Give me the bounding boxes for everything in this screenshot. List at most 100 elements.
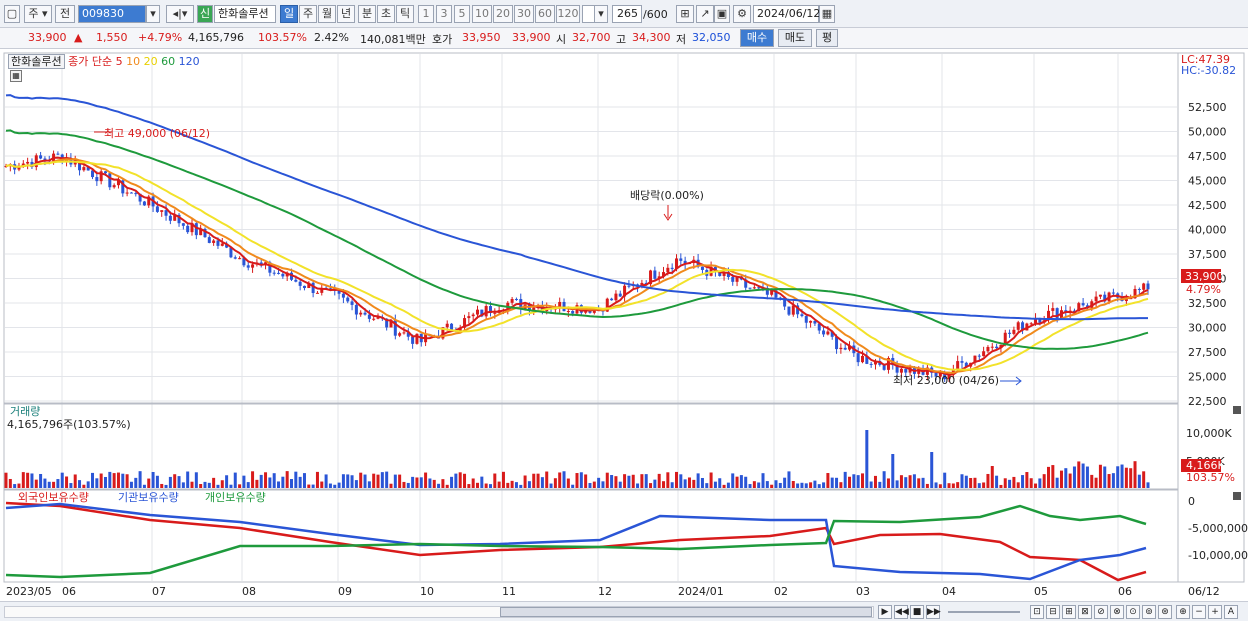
volume-bar	[1129, 468, 1133, 488]
eval-button[interactable]: 평	[816, 29, 838, 47]
volume-bar	[1042, 474, 1046, 488]
volume-bar	[337, 482, 341, 488]
volume-bar	[696, 473, 700, 488]
volume-bar	[1021, 475, 1025, 488]
candle-body	[610, 298, 614, 301]
crosshair-icon[interactable]: ⊕	[1176, 605, 1190, 619]
speaker-icon[interactable]: ◂|▾	[166, 5, 194, 23]
save-icon[interactable]: ▣	[714, 5, 730, 23]
volume-bar	[186, 471, 190, 488]
interval-dropdown-icon[interactable]: ▾	[594, 5, 608, 23]
volume-bar	[951, 483, 955, 488]
tool-icon-2[interactable]: ⊟	[1046, 605, 1060, 619]
zoom-out-icon[interactable]: −	[1192, 605, 1206, 619]
interval-20[interactable]: 20	[493, 5, 513, 23]
volume-bar	[39, 473, 43, 488]
volume-bar	[34, 479, 38, 488]
interval-120[interactable]: 120	[556, 5, 580, 23]
date-input[interactable]: 2024/06/12	[753, 5, 820, 23]
price-summary: 33,900 ▲ 1,550 +4.79% 4,165,796 103.57% …	[0, 28, 1248, 49]
period-day[interactable]: 일	[280, 5, 298, 23]
candle-body	[272, 272, 276, 274]
volume-close-icon[interactable]	[1233, 406, 1241, 414]
tool-icon-6[interactable]: ⊗	[1110, 605, 1124, 619]
tool-icon-1[interactable]: ⊡	[1030, 605, 1044, 619]
candle-body	[839, 347, 843, 350]
calculator-icon[interactable]: ▦	[10, 70, 22, 82]
period-month[interactable]: 월	[318, 5, 336, 23]
candle-body	[822, 330, 826, 335]
candle-body	[861, 355, 864, 363]
legend-stock-name[interactable]: 한화솔루션	[8, 54, 65, 69]
volume-bar	[1064, 468, 1068, 488]
interval-3[interactable]: 3	[436, 5, 452, 23]
holding-close-icon[interactable]	[1233, 492, 1241, 500]
y-tick-label: 52,500	[1188, 101, 1227, 114]
volume-bar	[294, 471, 298, 488]
volume-bar	[558, 472, 562, 488]
candle-body	[402, 332, 406, 334]
calendar-icon[interactable]: ▦	[819, 5, 835, 23]
code-input[interactable]: 009830	[78, 5, 146, 23]
period-second[interactable]: 초	[377, 5, 395, 23]
market-select[interactable]: 주 ▾	[24, 5, 52, 23]
tool-icon-8[interactable]: ⊚	[1142, 605, 1156, 619]
volume-bar	[30, 473, 34, 488]
candle-body	[826, 331, 830, 335]
code-dropdown-icon[interactable]: ▾	[146, 5, 160, 23]
interval-30[interactable]: 30	[514, 5, 534, 23]
scrollbar-thumb[interactable]	[500, 607, 872, 617]
zoom-slider[interactable]	[948, 611, 1020, 613]
x-axis-label: 2024/01	[678, 585, 724, 598]
font-size-icon[interactable]: A	[1224, 605, 1238, 619]
scroll-last-icon[interactable]: ▶▶	[926, 605, 941, 619]
interval-10[interactable]: 10	[472, 5, 492, 23]
tool-icon-9[interactable]: ⊛	[1158, 605, 1172, 619]
tool-icon-3[interactable]: ⊞	[1062, 605, 1076, 619]
draw-icon[interactable]: ↗	[696, 5, 714, 23]
holding-tick-label: 0	[1188, 495, 1195, 508]
interval-60[interactable]: 60	[535, 5, 555, 23]
scroll-first-icon[interactable]: ◀◀	[894, 605, 909, 619]
tool-icon-7[interactable]: ⊙	[1126, 605, 1140, 619]
buy-button[interactable]: 매수	[740, 29, 774, 47]
candle-body	[1146, 283, 1150, 290]
stop-icon[interactable]: ■	[910, 605, 924, 619]
candle-body	[134, 193, 138, 195]
volume-bar	[233, 472, 237, 488]
up-arrow-icon: ▲	[74, 31, 83, 44]
volume-bar	[562, 471, 566, 488]
volume-value: 4,165,796	[188, 31, 244, 44]
volume-bar	[307, 484, 311, 488]
window-icon[interactable]: ▢	[4, 5, 20, 23]
candle-body	[869, 363, 873, 365]
candle-body	[125, 192, 129, 194]
period-year[interactable]: 년	[337, 5, 355, 23]
sell-button[interactable]: 매도	[778, 29, 812, 47]
volume-bar	[229, 484, 233, 488]
period-tick[interactable]: 틱	[396, 5, 414, 23]
x-axis-label: 03	[856, 585, 870, 598]
bid-price: 33,900	[512, 31, 551, 44]
scroll-right-icon[interactable]: ▶	[878, 605, 892, 619]
stock-chart[interactable]: 52,500 50,000 47,500 45,000 42,500 40,000 37,5…	[0, 50, 1248, 601]
period-minute[interactable]: 분	[358, 5, 376, 23]
candle-body	[367, 314, 371, 319]
volume-bar	[783, 477, 787, 488]
y-tick-label: 27,500	[1188, 346, 1227, 359]
volume-bar	[886, 478, 890, 488]
tool-icon-4[interactable]: ⊠	[1078, 605, 1092, 619]
candle-body	[155, 206, 159, 212]
count-input[interactable]: 265	[612, 5, 642, 23]
volume-bar	[1103, 466, 1107, 488]
indicator-icon[interactable]: ⊞	[676, 5, 694, 23]
period-week[interactable]: 주	[299, 5, 317, 23]
tool-icon-5[interactable]: ⊘	[1094, 605, 1108, 619]
zoom-in-icon[interactable]: +	[1208, 605, 1222, 619]
volume-bar	[1077, 461, 1081, 488]
interval-5[interactable]: 5	[454, 5, 470, 23]
volume-bar	[112, 473, 116, 488]
prev-button[interactable]: 전	[55, 5, 75, 23]
interval-1[interactable]: 1	[418, 5, 434, 23]
gear-icon[interactable]: ⚙	[733, 5, 751, 23]
